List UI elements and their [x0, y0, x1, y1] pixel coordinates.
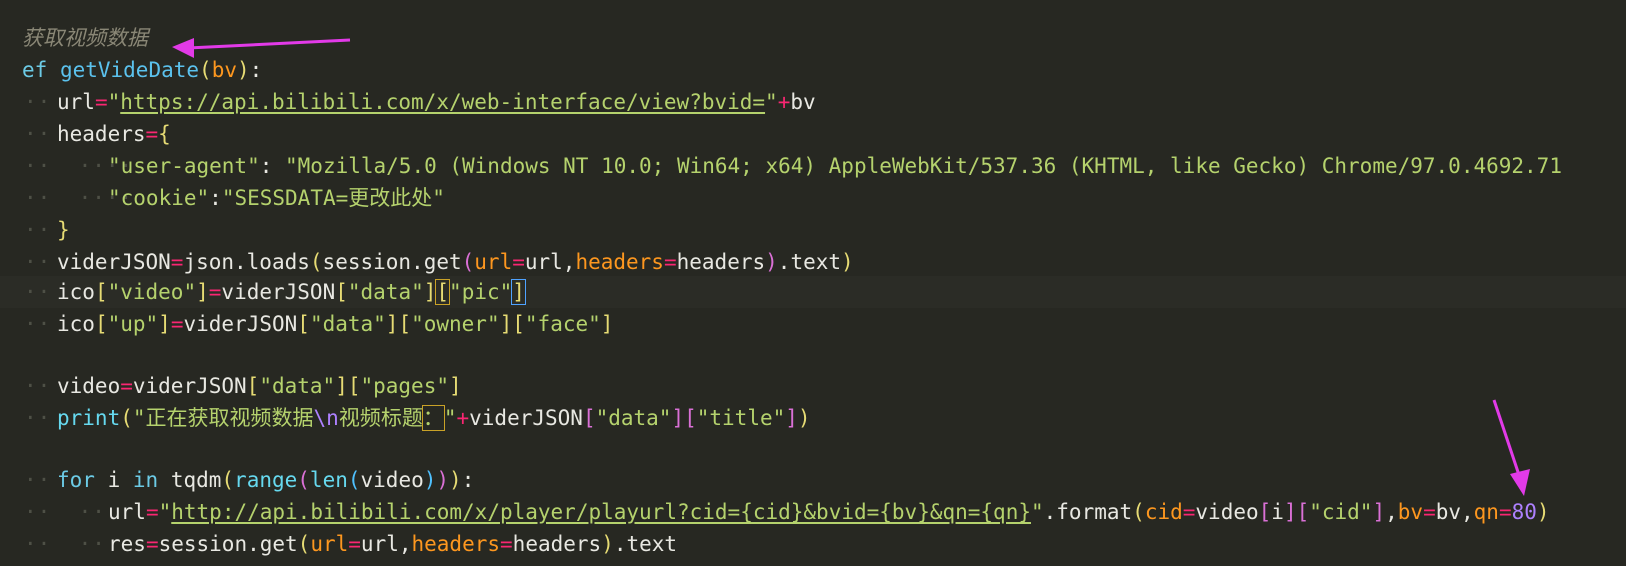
print-string-1: "正在获取视频数据 [132, 406, 314, 430]
viderjson-code: viderJSON=json.loads(session.get(url=url… [57, 250, 854, 274]
cookie-key: "cookie" [108, 186, 210, 210]
code-line-viderjson: ·· viderJSON=json.loads(session.get(url=… [0, 246, 1626, 278]
code-line-close-brace: ·· } [24, 218, 70, 242]
print-string-3: " [443, 406, 457, 430]
code-line-for: ·· for i in tqdm(range(len(video))): [24, 468, 475, 492]
function-param: bv [211, 58, 237, 82]
code-line-user-agent: ·· ···· "user-agent": "Mozilla/5.0 (Wind… [24, 154, 1562, 178]
code-line-headers: ·· headers={ [24, 122, 171, 146]
code-line-print: ·· print("正在获取视频数据\n视频标题："+viderJSON["da… [24, 405, 811, 431]
code-line-url-format: ·· ·· url="http://api.bilibili.com/x/pla… [24, 500, 1550, 524]
ua-key: "user-agent" [108, 154, 260, 178]
function-name: getVideDate [59, 58, 200, 82]
code-line-video: ·· video=viderJSON["data"]["pages"] [24, 374, 462, 398]
print-string-2: 视频标题 [338, 406, 423, 430]
code-line-ico-up: ·· ico["up"]=viderJSON["data"]["owner"][… [24, 312, 614, 336]
print-colon: ： [421, 405, 445, 431]
url2-string: http://api.bilibili.com/x/player/playurl… [171, 500, 1031, 524]
url-var: url [57, 90, 95, 114]
code-line-res: ·· ·· res=session.get(url=url,headers=he… [24, 532, 678, 556]
code-line-def: ef getVideDate(bv): [22, 58, 263, 82]
ua-value: "Mozilla/5.0 (Windows NT 10.0; Win64; x6… [285, 154, 1562, 178]
code-line-cookie: ·· ···· "cookie":"SESSDATA=更改此处" [24, 186, 445, 210]
code-editor[interactable]: 获取视频数据 ef getVideDate(bv): ·· url="https… [0, 0, 1626, 566]
cookie-value: "SESSDATA=更改此处" [221, 186, 445, 210]
code-line-comment: 获取视频数据 [0, 22, 1626, 54]
headers-var: headers [57, 122, 146, 146]
code-line-ico-video: ·· ico["video"]=viderJSON["data"]["pic"] [0, 276, 1626, 308]
code-line-url: ·· url="https://api.bilibili.com/x/web-i… [24, 90, 816, 114]
ico-video-code: ico["video"]=viderJSON["data"]["pic"] [57, 279, 526, 305]
print-escape: \n [313, 406, 339, 430]
url-string: https://api.bilibili.com/x/web-interface… [120, 90, 766, 114]
comment-text: 获取视频数据 [22, 26, 148, 50]
def-keyword: ef [22, 58, 48, 82]
